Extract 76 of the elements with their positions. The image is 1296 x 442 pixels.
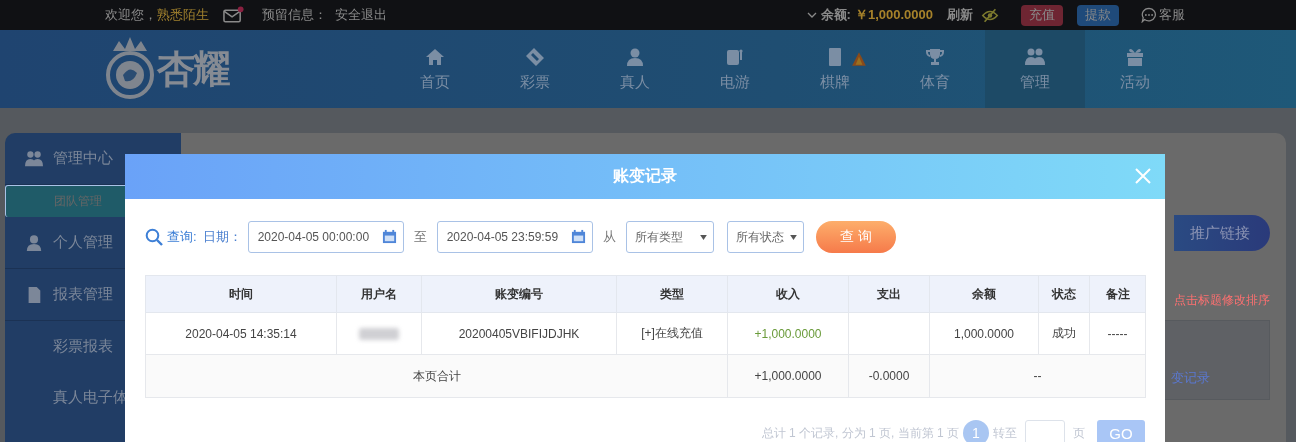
deposit-button[interactable]: 充值 <box>1021 4 1063 26</box>
table-cell: 本页合计 <box>145 354 728 398</box>
logo-text: 杏耀 <box>157 46 229 92</box>
column-header[interactable]: 类型 <box>616 275 728 313</box>
support-link[interactable]: 客服 <box>1159 6 1185 24</box>
start-date-field[interactable]: 2020-04-05 00:00:00 <box>247 221 404 253</box>
column-header[interactable]: 收入 <box>727 275 849 313</box>
gift-icon <box>1125 46 1145 67</box>
reserved-info-label: 预留信息： <box>262 6 327 24</box>
nav-tab[interactable]: 首页 <box>385 30 485 108</box>
table-cell: -- <box>929 354 1146 398</box>
eye-slash-icon[interactable] <box>981 7 999 23</box>
end-date-field[interactable]: 2020-04-05 23:59:59 <box>436 221 593 253</box>
table-cell: [+]在线充值 <box>616 312 728 355</box>
type-select[interactable]: 所有类型 <box>625 221 714 253</box>
search-icon <box>145 228 163 246</box>
page-number-button[interactable]: 1 <box>963 420 989 442</box>
chat-icon[interactable] <box>1141 7 1157 23</box>
balance-amount: ￥1,000.0000 <box>854 6 933 24</box>
table-cell: ----- <box>1089 312 1146 355</box>
table-cell: 2020-04-05 14:35:14 <box>145 312 337 355</box>
flame-icon <box>851 50 867 67</box>
to-label: 至 <box>413 228 427 246</box>
pagination-summary: 总计 1 个记录, 分为 1 页, 当前第 1 页 <box>761 424 959 442</box>
calendar-icon[interactable] <box>570 229 586 244</box>
go-button[interactable]: GO <box>1097 420 1145 442</box>
from-label: 从 <box>602 228 616 246</box>
sort-hint-text: 点击标题修改排序 <box>1174 293 1270 308</box>
nav-tab[interactable]: 真人 <box>585 30 685 108</box>
nav-tab[interactable]: 体育 <box>885 30 985 108</box>
greeting-text: 欢迎您， <box>105 6 157 24</box>
table-cell: 成功 <box>1038 312 1090 355</box>
column-header[interactable]: 状态 <box>1038 275 1090 313</box>
promo-link-button[interactable]: 推广链接 <box>1174 215 1270 251</box>
group-icon <box>25 149 43 168</box>
column-header[interactable]: 账变编号 <box>421 275 617 313</box>
column-header[interactable]: 备注 <box>1089 275 1146 313</box>
table-cell: +1,000.0000 <box>727 354 849 398</box>
nav-tab[interactable]: 电游 <box>685 30 785 108</box>
person-icon <box>25 233 43 252</box>
home-icon <box>425 46 445 67</box>
column-header[interactable]: 支出 <box>848 275 930 313</box>
username-link[interactable]: 熟悉陌生 <box>157 6 209 24</box>
search-button[interactable]: 查 询 <box>815 221 896 253</box>
page-unit-label: 页 <box>1073 424 1085 442</box>
crown-emblem-icon <box>105 37 155 101</box>
ticket-icon <box>525 46 545 67</box>
column-header[interactable]: 用户名 <box>336 275 422 313</box>
blurred-username <box>359 328 399 341</box>
table-cell: +1,000.0000 <box>727 312 849 355</box>
trophy-icon <box>925 46 945 67</box>
mail-icon[interactable] <box>223 6 244 24</box>
nav-tab[interactable]: 棋牌 <box>785 30 885 108</box>
goto-label: 转至 <box>993 424 1017 442</box>
nav-tab[interactable]: 彩票 <box>485 30 585 108</box>
dropdown-arrow-icon <box>789 234 797 240</box>
chevron-down-icon[interactable] <box>806 12 817 18</box>
table-cell: -0.0000 <box>848 354 930 398</box>
page-input[interactable] <box>1025 420 1065 442</box>
dialog-title: 账变记录 <box>613 166 677 186</box>
withdraw-button[interactable]: 提款 <box>1077 4 1119 26</box>
column-header[interactable]: 余额 <box>929 275 1039 313</box>
table-cell: 20200405VBIFIJDJHK <box>421 312 617 355</box>
table-cell: 1,000.0000 <box>929 312 1039 355</box>
calendar-icon[interactable] <box>381 229 397 244</box>
column-header[interactable]: 时间 <box>145 275 337 313</box>
status-select[interactable]: 所有状态 <box>726 221 804 253</box>
nav-tab[interactable]: 管理 <box>985 30 1085 108</box>
refresh-link[interactable]: 刷新 <box>947 6 973 24</box>
logout-link[interactable]: 安全退出 <box>335 6 387 24</box>
balance-label: 余额: <box>820 6 851 24</box>
person-icon <box>625 46 645 67</box>
dropdown-arrow-icon <box>699 234 707 240</box>
group-icon <box>1025 46 1045 67</box>
nav-tab[interactable]: 活动 <box>1085 30 1185 108</box>
date-label: 日期： <box>202 228 242 246</box>
